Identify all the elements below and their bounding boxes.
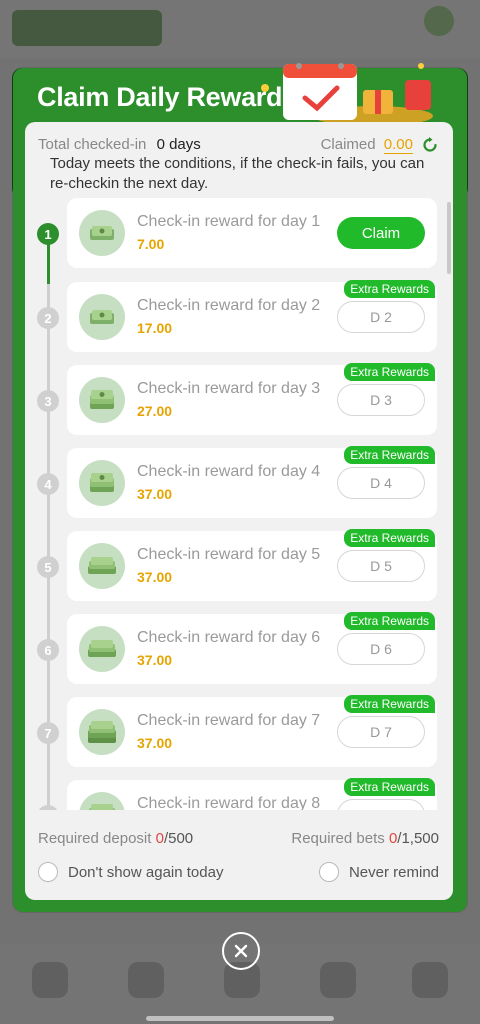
- extra-rewards-badge: Extra Rewards: [344, 280, 435, 298]
- extra-rewards-badge: Extra Rewards: [344, 695, 435, 713]
- required-deposit-current: 0: [155, 830, 164, 847]
- total-checked-in-label: Total checked-in: [38, 136, 147, 153]
- day-button[interactable]: D 7: [337, 716, 425, 748]
- list-item: 4 Check-in reward for day 4 37.00 Extra …: [25, 446, 453, 518]
- reward-title: Check-in reward for day 1: [137, 213, 321, 230]
- checkbox-circle[interactable]: [38, 862, 58, 882]
- reward-title: Check-in reward for day 8: [137, 795, 321, 810]
- money-stack-icon: [79, 792, 125, 810]
- money-stack-icon: [79, 460, 125, 506]
- day-button[interactable]: D 3: [337, 384, 425, 416]
- money-stack-icon: [79, 377, 125, 423]
- extra-rewards-badge: Extra Rewards: [344, 612, 435, 630]
- extra-rewards-badge: Extra Rewards: [344, 446, 435, 464]
- day-button[interactable]: D 4: [337, 467, 425, 499]
- reward-amount: 27.00: [137, 403, 173, 419]
- list-item: 5 Check-in reward for day 5 37.00 Extra …: [25, 529, 453, 601]
- required-deposit-label: Required deposit: [38, 830, 152, 847]
- money-stack-icon: [79, 543, 125, 589]
- list-item: 3 Check-in reward for day 3 27.00 Extra …: [25, 363, 453, 435]
- home-indicator: [146, 1016, 334, 1021]
- list-item: 2 Check-in reward for day 2 17.00 Extra …: [25, 280, 453, 352]
- reward-amount: 17.00: [137, 320, 173, 336]
- timeline-dot: 8: [37, 805, 59, 810]
- extra-rewards-badge: Extra Rewards: [344, 363, 435, 381]
- extra-rewards-badge: Extra Rewards: [344, 529, 435, 547]
- day-button[interactable]: D 8: [337, 799, 425, 810]
- requirements: Required deposit 0/500 Required bets 0/1…: [38, 830, 439, 850]
- reward-amount: 37.00: [137, 652, 173, 668]
- list-item: 7 Check-in reward for day 7 37.00 Extra …: [25, 695, 453, 767]
- reward-amount: 37.00: [137, 569, 173, 585]
- calendar-gift-illustration: [261, 63, 433, 122]
- modal-title: Claim Daily Reward: [37, 82, 283, 112]
- money-stack-icon: [79, 210, 125, 256]
- reward-title: Check-in reward for day 7: [137, 712, 321, 729]
- reward-title: Check-in reward for day 3: [137, 380, 321, 397]
- required-bets-total: /1,500: [397, 830, 439, 847]
- checkbox-circle[interactable]: [318, 862, 339, 882]
- list-item: 8 Check-in reward for day 8 Extra Reward…: [25, 778, 453, 810]
- reward-amount: 37.00: [137, 735, 173, 751]
- timeline-dot: 5: [37, 556, 59, 578]
- day-button[interactable]: D 6: [337, 633, 425, 665]
- claim-button[interactable]: Claim: [337, 217, 425, 249]
- reward-title: Check-in reward for day 4: [137, 463, 321, 480]
- timeline-dot: 4: [37, 473, 59, 495]
- money-stack-icon: [79, 294, 125, 340]
- timeline-dot: 1: [37, 223, 59, 245]
- dont-show-today-label: Don't show again today: [68, 863, 224, 881]
- claimed-value: 0.00: [383, 136, 413, 154]
- reward-title: Check-in reward for day 2: [137, 297, 321, 314]
- timeline-dot: 7: [37, 722, 59, 744]
- timeline-dot: 6: [37, 639, 59, 661]
- required-deposit-total: /500: [163, 830, 194, 847]
- reward-title: Check-in reward for day 6: [137, 629, 321, 646]
- reward-list[interactable]: 1 Check-in reward for day 1 7.00 Claim 2: [25, 198, 453, 810]
- reward-card: Total checked-in 0 days Claimed 0.00 Tod…: [25, 122, 453, 900]
- never-remind-label: Never remind: [348, 863, 439, 881]
- required-bets-label: Required bets: [291, 830, 385, 847]
- claimed-label: Claimed: [320, 136, 376, 153]
- day-button[interactable]: D 2: [337, 301, 425, 333]
- money-stack-icon: [79, 626, 125, 672]
- reward-amount: 37.00: [137, 486, 173, 502]
- checkin-notice: Today meets the conditions, if the check…: [50, 155, 425, 192]
- daily-reward-modal: Claim Daily Reward Total checked-in 0 da…: [13, 63, 467, 912]
- timeline-dot: 3: [37, 390, 59, 412]
- refresh-icon[interactable]: [421, 136, 439, 154]
- reward-amount: 7.00: [137, 236, 165, 252]
- reward-title: Check-in reward for day 5: [137, 546, 321, 563]
- dont-show-today-checkbox[interactable]: Don't show again today: [38, 862, 223, 882]
- never-remind-checkbox[interactable]: Never remind: [318, 862, 439, 882]
- extra-rewards-badge: Extra Rewards: [344, 778, 435, 796]
- list-scrollbar[interactable]: [447, 202, 451, 274]
- list-item: 6 Check-in reward for day 6 37.00 Extra …: [25, 612, 453, 684]
- close-icon: [234, 944, 248, 958]
- list-item: 1 Check-in reward for day 1 7.00 Claim: [25, 198, 453, 268]
- money-stack-icon: [79, 709, 125, 755]
- reminder-options: Don't show again today Never remind: [38, 862, 439, 886]
- total-checked-in-value: 0 days: [156, 136, 201, 153]
- close-button[interactable]: [222, 932, 260, 970]
- day-button[interactable]: D 5: [337, 550, 425, 582]
- timeline-dot: 2: [37, 307, 59, 329]
